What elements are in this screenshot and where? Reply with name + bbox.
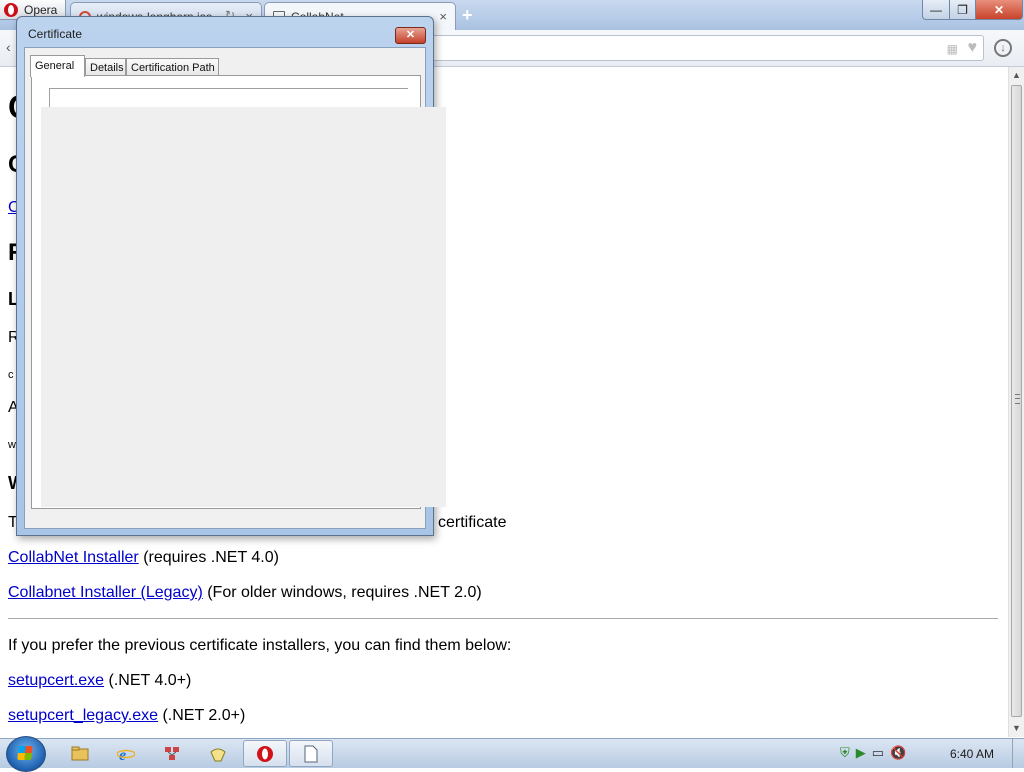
network-tray-icon[interactable]: ▭ [872, 745, 884, 761]
svg-text:e: e [119, 747, 126, 763]
legacy-installer-note: (For older windows, requires .NET 2.0) [207, 584, 482, 601]
paragraph-end: certificate [438, 514, 507, 531]
address-bar[interactable]: ▦ ♥ [432, 35, 984, 61]
scrollbar-grip-icon [1015, 394, 1020, 404]
scroll-down-arrow-icon[interactable]: ▼ [1012, 723, 1021, 733]
setupcert-link[interactable]: setupcert.exe [8, 672, 104, 689]
system-tray: ⛨ ▶ ▭ 🔇 [840, 745, 906, 761]
heart-icon[interactable]: ♥ [968, 39, 978, 57]
setupcert-legacy-line: setupcert_legacy.exe (.NET 2.0+) [8, 707, 245, 725]
installer-line: CollabNet Installer (requires .NET 4.0) [8, 549, 279, 567]
dialog-close-button[interactable]: ✕ [395, 27, 426, 44]
previous-installers-text: If you prefer the previous certificate i… [8, 637, 512, 654]
certificate-dialog: Certificate ✕ General Details Certificat… [16, 16, 446, 536]
security-icon[interactable]: ⛨ [840, 745, 850, 761]
media-icon[interactable]: ▶ [856, 745, 866, 761]
setupcert-line: setupcert.exe (.NET 4.0+) [8, 672, 191, 690]
maximize-button[interactable]: ❐ [949, 0, 976, 20]
start-button[interactable] [6, 736, 46, 772]
windows-taskbar: e ⛨ ▶ ▭ 🔇 6:40 AM [0, 736, 1024, 772]
unrendered-dialog-area [41, 107, 446, 507]
setupcert-legacy-note: (.NET 2.0+) [162, 707, 246, 724]
show-desktop-button[interactable] [1012, 739, 1024, 768]
setupcert-note: (.NET 4.0+) [108, 672, 192, 689]
small-text: c [8, 369, 14, 381]
collabnet-installer-link[interactable]: CollabNet Installer [8, 549, 139, 566]
opera-taskbar-icon[interactable] [243, 740, 287, 767]
tab-certification-path[interactable]: Certification Path [126, 58, 219, 76]
minimize-button[interactable]: — [922, 0, 950, 20]
installer-note: (requires .NET 4.0) [143, 549, 279, 566]
document-icon[interactable] [289, 740, 333, 767]
network-icon[interactable] [150, 740, 194, 767]
legacy-installer-line: Collabnet Installer (Legacy) (For older … [8, 584, 482, 602]
download-icon[interactable]: ↓ [994, 39, 1012, 57]
opera-logo-icon [4, 2, 18, 17]
paint-icon[interactable] [196, 740, 240, 767]
small-text: w [8, 439, 16, 451]
new-tab-button[interactable]: + [462, 5, 473, 26]
opera-menu-label: Opera [24, 2, 58, 17]
window-close-button[interactable]: ✕ [975, 0, 1023, 20]
setupcert-legacy-link[interactable]: setupcert_legacy.exe [8, 707, 158, 724]
ie-icon[interactable]: e [104, 740, 148, 767]
back-button[interactable]: ‹ [6, 39, 11, 55]
tab-close-icon[interactable]: × [439, 9, 447, 24]
speed-dial-icon[interactable]: ▦ [947, 42, 958, 56]
explorer-icon[interactable] [58, 740, 102, 767]
page-scrollbar[interactable]: ▲ ▼ [1008, 67, 1024, 737]
divider [8, 618, 998, 619]
volume-muted-icon[interactable]: 🔇 [890, 745, 906, 761]
scrollbar-thumb[interactable] [1011, 85, 1022, 717]
scroll-up-arrow-icon[interactable]: ▲ [1012, 70, 1021, 80]
collabnet-legacy-installer-link[interactable]: Collabnet Installer (Legacy) [8, 584, 203, 601]
taskbar-clock[interactable]: 6:40 AM [950, 747, 994, 761]
dialog-title: Certificate [28, 27, 83, 41]
tab-details[interactable]: Details [85, 58, 126, 76]
